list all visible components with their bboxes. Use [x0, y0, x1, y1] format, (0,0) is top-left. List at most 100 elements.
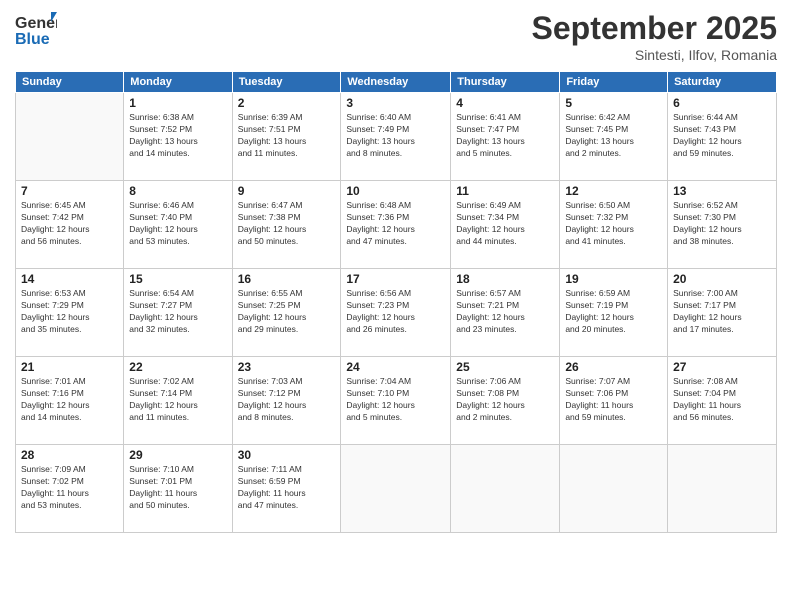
day-number: 5: [565, 96, 662, 110]
calendar-cell: 6Sunrise: 6:44 AM Sunset: 7:43 PM Daylig…: [668, 93, 777, 181]
calendar-cell: 11Sunrise: 6:49 AM Sunset: 7:34 PM Dayli…: [451, 181, 560, 269]
calendar-cell: 1 Sunrise: 6:38 AM Sunset: 7:52 PM Daylig…: [124, 93, 232, 181]
day-number: 11: [456, 184, 554, 198]
calendar-cell: 9 Sunrise: 6:47 AM Sunset: 7:38 PM Daylig…: [232, 181, 341, 269]
calendar-cell: 15 Sunrise: 6:54 AM Sunset: 7:27 PM Dayli…: [124, 269, 232, 357]
calendar-cell: 16 Sunrise: 6:55 AM Sunset: 7:25 PM Dayli…: [232, 269, 341, 357]
day-number: 15: [129, 272, 226, 286]
day-number: 12: [565, 184, 662, 198]
day-number: 29: [129, 448, 226, 462]
day-info: Sunrise: 6:41 AM Sunset: 7:47 PM Dayligh…: [456, 112, 554, 160]
day-number: 26: [565, 360, 662, 374]
day-info: Sunrise: 6:59 AM Sunset: 7:19 PM Dayligh…: [565, 288, 662, 336]
calendar-cell: 30 Sunrise: 7:11 AM Sunset: 6:59 PM Dayli…: [232, 445, 341, 533]
calendar-week-row: 28 Sunrise: 7:09 AM Sunset: 7:02 PM Dayli…: [16, 445, 777, 533]
calendar-cell: 4 Sunrise: 6:41 AM Sunset: 7:47 PM Daylig…: [451, 93, 560, 181]
day-number: 16: [238, 272, 336, 286]
day-number: 7: [21, 184, 118, 198]
month-title: September 2025: [532, 10, 777, 47]
calendar-cell: 8 Sunrise: 6:46 AM Sunset: 7:40 PM Daylig…: [124, 181, 232, 269]
day-of-week-saturday: Saturday: [668, 72, 777, 93]
calendar-week-row: 21Sunrise: 7:01 AM Sunset: 7:16 PM Dayli…: [16, 357, 777, 445]
day-number: 4: [456, 96, 554, 110]
day-info: Sunrise: 6:40 AM Sunset: 7:49 PM Dayligh…: [346, 112, 445, 160]
day-of-week-sunday: Sunday: [16, 72, 124, 93]
day-info: Sunrise: 6:54 AM Sunset: 7:27 PM Dayligh…: [129, 288, 226, 336]
day-number: 30: [238, 448, 336, 462]
calendar-cell: 19Sunrise: 6:59 AM Sunset: 7:19 PM Dayli…: [560, 269, 668, 357]
calendar-cell: 24 Sunrise: 7:04 AM Sunset: 7:10 PM Dayli…: [341, 357, 451, 445]
day-info: Sunrise: 6:46 AM Sunset: 7:40 PM Dayligh…: [129, 200, 226, 248]
calendar-cell: 23 Sunrise: 7:03 AM Sunset: 7:12 PM Dayli…: [232, 357, 341, 445]
day-number: 9: [238, 184, 336, 198]
calendar-cell: [560, 445, 668, 533]
logo: General Blue: [15, 10, 57, 48]
calendar-cell: 26 Sunrise: 7:07 AM Sunset: 7:06 PM Dayli…: [560, 357, 668, 445]
day-of-week-friday: Friday: [560, 72, 668, 93]
svg-text:Blue: Blue: [15, 31, 50, 48]
calendar-table: SundayMondayTuesdayWednesdayThursdayFrid…: [15, 71, 777, 533]
calendar-cell: 22 Sunrise: 7:02 AM Sunset: 7:14 PM Dayli…: [124, 357, 232, 445]
day-number: 25: [456, 360, 554, 374]
day-info: Sunrise: 7:04 AM Sunset: 7:10 PM Dayligh…: [346, 376, 445, 424]
day-info: Sunrise: 6:47 AM Sunset: 7:38 PM Dayligh…: [238, 200, 336, 248]
calendar-cell: 25 Sunrise: 7:06 AM Sunset: 7:08 PM Dayli…: [451, 357, 560, 445]
day-number: 23: [238, 360, 336, 374]
calendar-cell: 28 Sunrise: 7:09 AM Sunset: 7:02 PM Dayli…: [16, 445, 124, 533]
day-of-week-monday: Monday: [124, 72, 232, 93]
day-info: Sunrise: 7:06 AM Sunset: 7:08 PM Dayligh…: [456, 376, 554, 424]
day-number: 10: [346, 184, 445, 198]
calendar-cell: [668, 445, 777, 533]
day-number: 17: [346, 272, 445, 286]
calendar-cell: 2Sunrise: 6:39 AM Sunset: 7:51 PM Daylig…: [232, 93, 341, 181]
day-info: Sunrise: 7:08 AM Sunset: 7:04 PM Dayligh…: [673, 376, 771, 424]
page: General Blue September 2025 Sintesti, Il…: [0, 0, 792, 612]
day-number: 28: [21, 448, 118, 462]
day-info: Sunrise: 6:44 AM Sunset: 7:43 PM Dayligh…: [673, 112, 771, 160]
calendar-week-row: 14Sunrise: 6:53 AM Sunset: 7:29 PM Dayli…: [16, 269, 777, 357]
day-info: Sunrise: 6:38 AM Sunset: 7:52 PM Dayligh…: [129, 112, 226, 160]
day-number: 8: [129, 184, 226, 198]
day-info: Sunrise: 7:03 AM Sunset: 7:12 PM Dayligh…: [238, 376, 336, 424]
day-info: Sunrise: 7:02 AM Sunset: 7:14 PM Dayligh…: [129, 376, 226, 424]
day-number: 1: [129, 96, 226, 110]
title-block: September 2025 Sintesti, Ilfov, Romania: [532, 10, 777, 63]
day-number: 27: [673, 360, 771, 374]
day-number: 13: [673, 184, 771, 198]
calendar-cell: [451, 445, 560, 533]
logo-icon: General Blue: [15, 10, 57, 48]
day-number: 3: [346, 96, 445, 110]
day-number: 18: [456, 272, 554, 286]
day-info: Sunrise: 6:42 AM Sunset: 7:45 PM Dayligh…: [565, 112, 662, 160]
calendar-cell: 27 Sunrise: 7:08 AM Sunset: 7:04 PM Dayli…: [668, 357, 777, 445]
calendar-cell: 14Sunrise: 6:53 AM Sunset: 7:29 PM Dayli…: [16, 269, 124, 357]
calendar-cell: 20Sunrise: 7:00 AM Sunset: 7:17 PM Dayli…: [668, 269, 777, 357]
day-of-week-tuesday: Tuesday: [232, 72, 341, 93]
day-info: Sunrise: 7:07 AM Sunset: 7:06 PM Dayligh…: [565, 376, 662, 424]
day-info: Sunrise: 6:52 AM Sunset: 7:30 PM Dayligh…: [673, 200, 771, 248]
day-info: Sunrise: 7:10 AM Sunset: 7:01 PM Dayligh…: [129, 464, 226, 512]
day-info: Sunrise: 6:55 AM Sunset: 7:25 PM Dayligh…: [238, 288, 336, 336]
calendar-cell: 10Sunrise: 6:48 AM Sunset: 7:36 PM Dayli…: [341, 181, 451, 269]
calendar-cell: 17Sunrise: 6:56 AM Sunset: 7:23 PM Dayli…: [341, 269, 451, 357]
header: General Blue September 2025 Sintesti, Il…: [15, 10, 777, 63]
day-info: Sunrise: 7:09 AM Sunset: 7:02 PM Dayligh…: [21, 464, 118, 512]
calendar-week-row: 7 Sunrise: 6:45 AM Sunset: 7:42 PM Daylig…: [16, 181, 777, 269]
calendar-week-row: 1 Sunrise: 6:38 AM Sunset: 7:52 PM Daylig…: [16, 93, 777, 181]
calendar-cell: [341, 445, 451, 533]
day-info: Sunrise: 6:57 AM Sunset: 7:21 PM Dayligh…: [456, 288, 554, 336]
day-number: 14: [21, 272, 118, 286]
day-info: Sunrise: 7:11 AM Sunset: 6:59 PM Dayligh…: [238, 464, 336, 512]
day-of-week-wednesday: Wednesday: [341, 72, 451, 93]
day-number: 22: [129, 360, 226, 374]
day-number: 24: [346, 360, 445, 374]
calendar-cell: 12Sunrise: 6:50 AM Sunset: 7:32 PM Dayli…: [560, 181, 668, 269]
calendar-header-row: SundayMondayTuesdayWednesdayThursdayFrid…: [16, 72, 777, 93]
calendar-cell: 13 Sunrise: 6:52 AM Sunset: 7:30 PM Dayli…: [668, 181, 777, 269]
day-info: Sunrise: 6:45 AM Sunset: 7:42 PM Dayligh…: [21, 200, 118, 248]
calendar-cell: 7 Sunrise: 6:45 AM Sunset: 7:42 PM Daylig…: [16, 181, 124, 269]
calendar-cell: [16, 93, 124, 181]
day-number: 21: [21, 360, 118, 374]
calendar-cell: 18 Sunrise: 6:57 AM Sunset: 7:21 PM Dayli…: [451, 269, 560, 357]
calendar-cell: 3 Sunrise: 6:40 AM Sunset: 7:49 PM Daylig…: [341, 93, 451, 181]
